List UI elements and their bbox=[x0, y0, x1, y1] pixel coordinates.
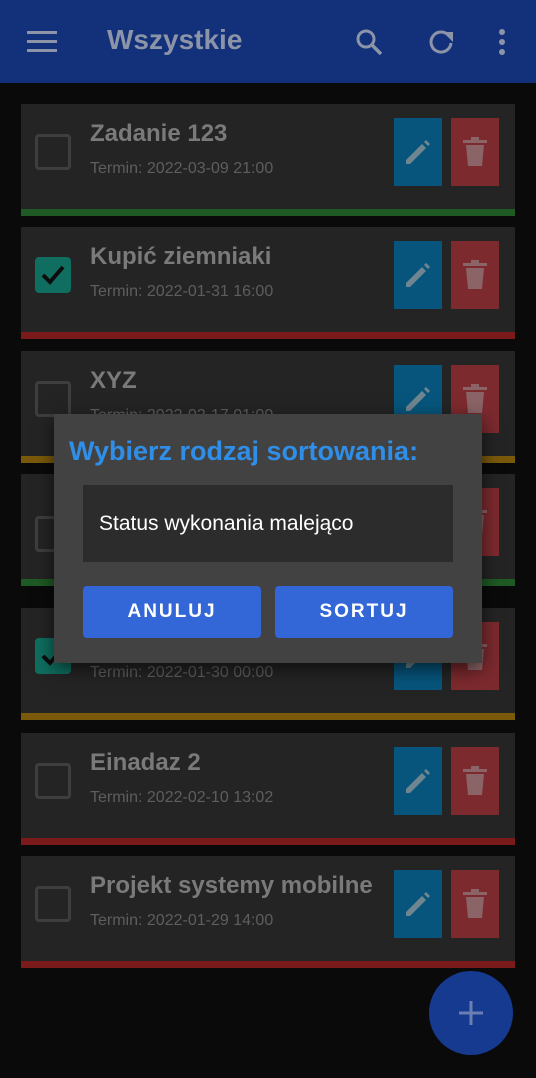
sort-button[interactable]: SORTUJ bbox=[275, 586, 453, 638]
hamburger-menu-icon[interactable] bbox=[22, 22, 62, 62]
sort-type-select[interactable]: Status wykonania malejąco bbox=[83, 485, 453, 562]
sort-dialog: Wybierz rodzaj sortowania: Status wykona… bbox=[54, 414, 482, 663]
refresh-icon[interactable] bbox=[421, 22, 461, 62]
app-bar: Wszystkie bbox=[0, 0, 536, 83]
dialog-title: Wybierz rodzaj sortowania: bbox=[69, 436, 419, 466]
cancel-button[interactable]: ANULUJ bbox=[83, 586, 261, 638]
more-vert-icon[interactable] bbox=[482, 22, 522, 62]
search-icon[interactable] bbox=[349, 22, 389, 62]
page-title: Wszystkie bbox=[107, 24, 243, 55]
sort-selected-option: Status wykonania malejąco bbox=[99, 512, 354, 535]
